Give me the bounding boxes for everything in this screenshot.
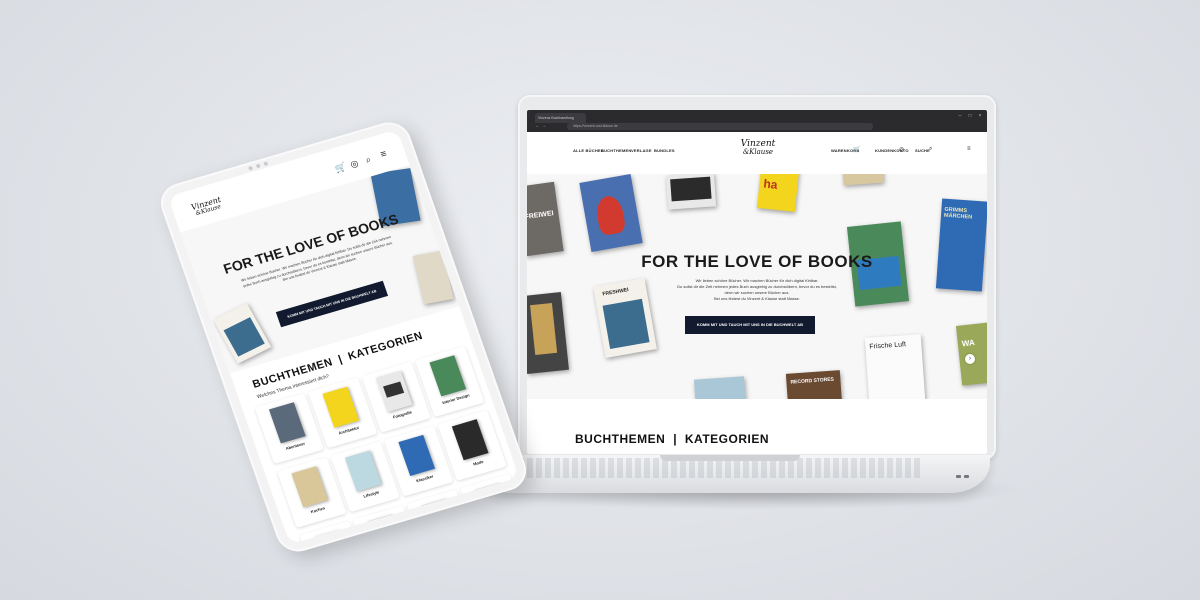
category-cover	[367, 514, 405, 545]
category-card[interactable]	[299, 520, 369, 545]
hero-text: Wir lieben schöne Bücher. Wir machen Büc…	[647, 278, 867, 302]
cart-icon[interactable]: 🛒	[334, 161, 348, 174]
category-cover	[429, 355, 467, 397]
book-cover: GRIMMS MÄRCHEN	[935, 198, 987, 292]
book-cover	[694, 376, 746, 399]
book-cover	[213, 303, 272, 364]
book-cover: Frische Luft	[864, 334, 926, 399]
book-cover-art	[594, 194, 627, 237]
category-card[interactable]	[406, 489, 476, 545]
book-cover	[412, 250, 454, 305]
book-title: GRIMMS MÄRCHEN	[943, 206, 973, 221]
site-logo[interactable]: Vinzent &Klause	[733, 140, 783, 156]
search-icon[interactable]: ⌕	[364, 154, 372, 166]
browser-toolbar: Vinzenz Buchhandlung ← → https://vinzent…	[527, 110, 987, 132]
book-cover-art	[602, 298, 650, 350]
category-cover	[291, 466, 329, 508]
category-cover	[313, 530, 351, 545]
tablet-device: Vinzent &Klause 🛒 ◎ ⌕ ≡ FOR THE LOVE OF …	[150, 110, 540, 557]
category-card[interactable]	[352, 505, 423, 545]
url-bar[interactable]: https://vinzent-und-klause.de	[567, 123, 873, 130]
section-divider: |	[673, 432, 678, 446]
camera-dot	[248, 165, 254, 171]
section-heading: BUCHTHEMEN | KATEGORIEN	[575, 432, 769, 446]
book-cover	[665, 174, 717, 210]
hero-section: FREIWEI ha GRIMMS MÄRCHEN FRESHWEI Frisc…	[527, 174, 987, 399]
search-icon[interactable]: ⌕	[929, 146, 932, 153]
laptop-port	[956, 475, 961, 478]
category-cover	[420, 498, 458, 540]
book-cover: ha	[756, 174, 800, 212]
carousel-next-icon[interactable]: ›	[965, 354, 975, 364]
book-title: FRESHWEI	[602, 286, 630, 298]
menu-icon[interactable]: ≡	[967, 146, 971, 152]
book-cover-art: ha	[762, 176, 779, 192]
cart-icon[interactable]: 🛒	[853, 146, 860, 153]
close-icon[interactable]: ×	[977, 113, 983, 119]
section-heading-right[interactable]: KATEGORIEN	[685, 432, 769, 446]
nav-item-bundles[interactable]: BUNDLES	[654, 148, 675, 153]
laptop-port	[964, 475, 969, 478]
tablet-cta-button[interactable]: KOMM MIT UND TAUCH MIT UNS IN DIE BUCHWE…	[275, 280, 389, 328]
account-icon[interactable]: ◎	[349, 158, 360, 171]
category-cover	[451, 419, 489, 461]
laptop-keyboard	[500, 458, 920, 478]
book-title: Frische Luft	[869, 341, 907, 351]
tablet-screen: Vinzent &Klause 🛒 ◎ ⌕ ≡ FOR THE LOVE OF …	[167, 129, 520, 545]
category-cover	[398, 434, 436, 476]
category-cover	[344, 450, 382, 492]
section-heading-left[interactable]: BUCHTHEMEN	[575, 432, 665, 446]
nav-search[interactable]: SUCHE	[915, 148, 930, 153]
category-cover	[322, 386, 360, 428]
logo-line-2: &Klause	[742, 148, 774, 156]
book-title: RECORD STORES	[790, 376, 835, 386]
minimize-icon[interactable]: –	[957, 113, 963, 119]
account-icon[interactable]: ◎	[899, 146, 904, 153]
laptop-notch	[660, 455, 800, 461]
book-cover	[842, 174, 884, 186]
tablet-logo[interactable]: Vinzent &Klause	[186, 195, 229, 219]
camera-dot	[263, 161, 269, 167]
menu-icon[interactable]: ≡	[379, 149, 388, 161]
cta-button[interactable]: KOMM MIT UND TAUCH MIT UNS IN DIE BUCHWE…	[685, 316, 815, 334]
maximize-icon[interactable]: □	[967, 113, 973, 119]
category-cover	[268, 402, 306, 444]
camera-dot	[255, 163, 261, 169]
category-cover	[474, 483, 511, 525]
hero-text-line: Bei uns findest du Vinzent & Klause stat…	[714, 296, 800, 301]
laptop-screen: Vinzenz Buchhandlung ← → https://vinzent…	[527, 110, 987, 454]
book-cover: RECORD STORES	[785, 370, 843, 399]
book-cover-art	[670, 176, 712, 202]
category-card[interactable]	[459, 473, 520, 545]
nav-item-verlage[interactable]: VERLAGE	[631, 148, 652, 153]
book-title: WA	[961, 338, 976, 349]
site-navigation: ALLE BÜCHER BUCHTHEMEN VERLAGE BUNDLES V…	[527, 132, 987, 175]
nav-item-buchthemen[interactable]: BUCHTHEMEN	[601, 148, 631, 153]
book-cover-art	[223, 317, 265, 357]
hero-title: FOR THE LOVE OF BOOKS	[641, 252, 873, 271]
book-cover	[579, 174, 643, 252]
browser-tab[interactable]: Vinzenz Buchhandlung	[535, 113, 586, 123]
section-divider: |	[336, 353, 345, 366]
tablet-body: Vinzent &Klause 🛒 ◎ ⌕ ≡ FOR THE LOVE OF …	[155, 117, 532, 557]
book-cover-art	[383, 381, 405, 398]
nav-item-alle-buecher[interactable]: ALLE BÜCHER	[573, 148, 604, 153]
category-cover	[375, 370, 413, 413]
